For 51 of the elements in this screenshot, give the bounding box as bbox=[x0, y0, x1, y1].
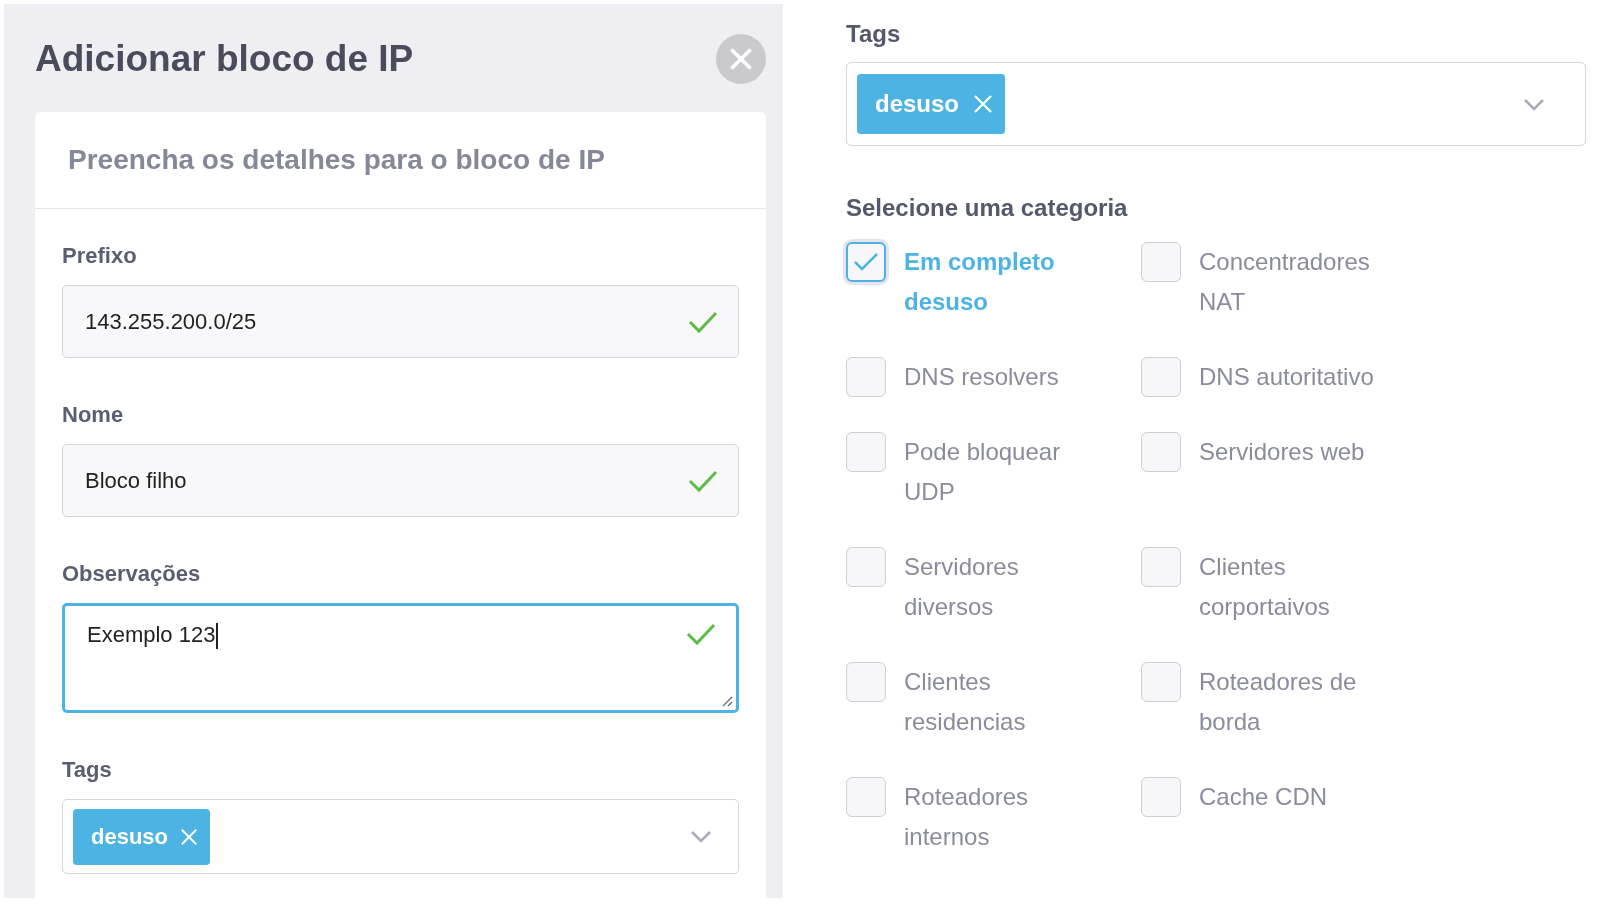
chevron-down-icon[interactable] bbox=[690, 830, 712, 843]
resize-handle-icon[interactable] bbox=[721, 695, 733, 707]
input-field[interactable]: 143.255.200.0/25 bbox=[62, 285, 739, 358]
checkbox-label[interactable]: Servidores web bbox=[1199, 432, 1409, 472]
field-value: Bloco filho bbox=[85, 467, 187, 494]
field-label: Tags bbox=[62, 757, 113, 783]
checkbox[interactable] bbox=[846, 662, 886, 702]
tags-select[interactable]: desuso bbox=[846, 62, 1586, 146]
checkbox-label[interactable]: Pode bloquear UDP bbox=[904, 432, 1114, 512]
field-label: Tags bbox=[846, 20, 902, 48]
card-subtitle: Preencha os detalhes para o bloco de IP bbox=[68, 144, 605, 176]
checkbox[interactable] bbox=[1141, 357, 1181, 397]
checkbox-label[interactable]: Em completo desuso bbox=[904, 242, 1114, 322]
section-heading: Selecione uma categoria bbox=[846, 194, 1129, 222]
close-button[interactable] bbox=[716, 34, 766, 84]
checkmark-icon bbox=[853, 252, 879, 272]
textarea-field[interactable]: Exemplo 123 bbox=[62, 603, 739, 713]
tag-label: desuso bbox=[875, 90, 960, 118]
checkbox[interactable] bbox=[1141, 432, 1181, 472]
checkbox-label[interactable]: Cache CDN bbox=[1199, 777, 1409, 817]
checkbox[interactable] bbox=[846, 432, 886, 472]
checkbox[interactable] bbox=[846, 547, 886, 587]
remove-tag-button[interactable] bbox=[180, 827, 199, 846]
checkbox[interactable] bbox=[846, 242, 886, 282]
checkbox[interactable] bbox=[1141, 242, 1181, 282]
field-label: Nome bbox=[62, 402, 125, 428]
checkbox[interactable] bbox=[846, 777, 886, 817]
checkbox-label[interactable]: Concentradores NAT bbox=[1199, 242, 1409, 322]
checkbox[interactable] bbox=[1141, 777, 1181, 817]
chevron-down-icon[interactable] bbox=[1523, 97, 1545, 111]
input-field[interactable]: Bloco filho bbox=[62, 444, 739, 517]
field-label: Prefixo bbox=[62, 243, 138, 269]
checkbox-label[interactable]: Servidores diversos bbox=[904, 547, 1114, 627]
checkbox-label[interactable]: Clientes residencias bbox=[904, 662, 1114, 742]
checkbox-label[interactable]: Roteadores internos bbox=[904, 777, 1114, 857]
close-icon[interactable] bbox=[729, 47, 753, 71]
tags-select[interactable]: desuso bbox=[62, 799, 739, 874]
text-caret bbox=[216, 623, 218, 650]
checkbox-label[interactable]: Clientes corportaivos bbox=[1199, 547, 1409, 627]
checkbox-label[interactable]: DNS resolvers bbox=[904, 357, 1114, 397]
dialog-title: Adicionar bloco de IP bbox=[35, 38, 414, 80]
checkbox[interactable] bbox=[1141, 547, 1181, 587]
field-label: Observações bbox=[62, 561, 202, 587]
checkbox-label[interactable]: DNS autoritativo bbox=[1199, 357, 1409, 397]
checkbox[interactable] bbox=[846, 357, 886, 397]
checkbox-label[interactable]: Roteadores de borda bbox=[1199, 662, 1409, 742]
checkbox[interactable] bbox=[1141, 662, 1181, 702]
field-value: 143.255.200.0/25 bbox=[85, 308, 257, 335]
tag-label: desuso bbox=[91, 823, 169, 850]
remove-tag-button[interactable] bbox=[973, 94, 994, 114]
field-value: Exemplo 123 bbox=[87, 622, 218, 650]
